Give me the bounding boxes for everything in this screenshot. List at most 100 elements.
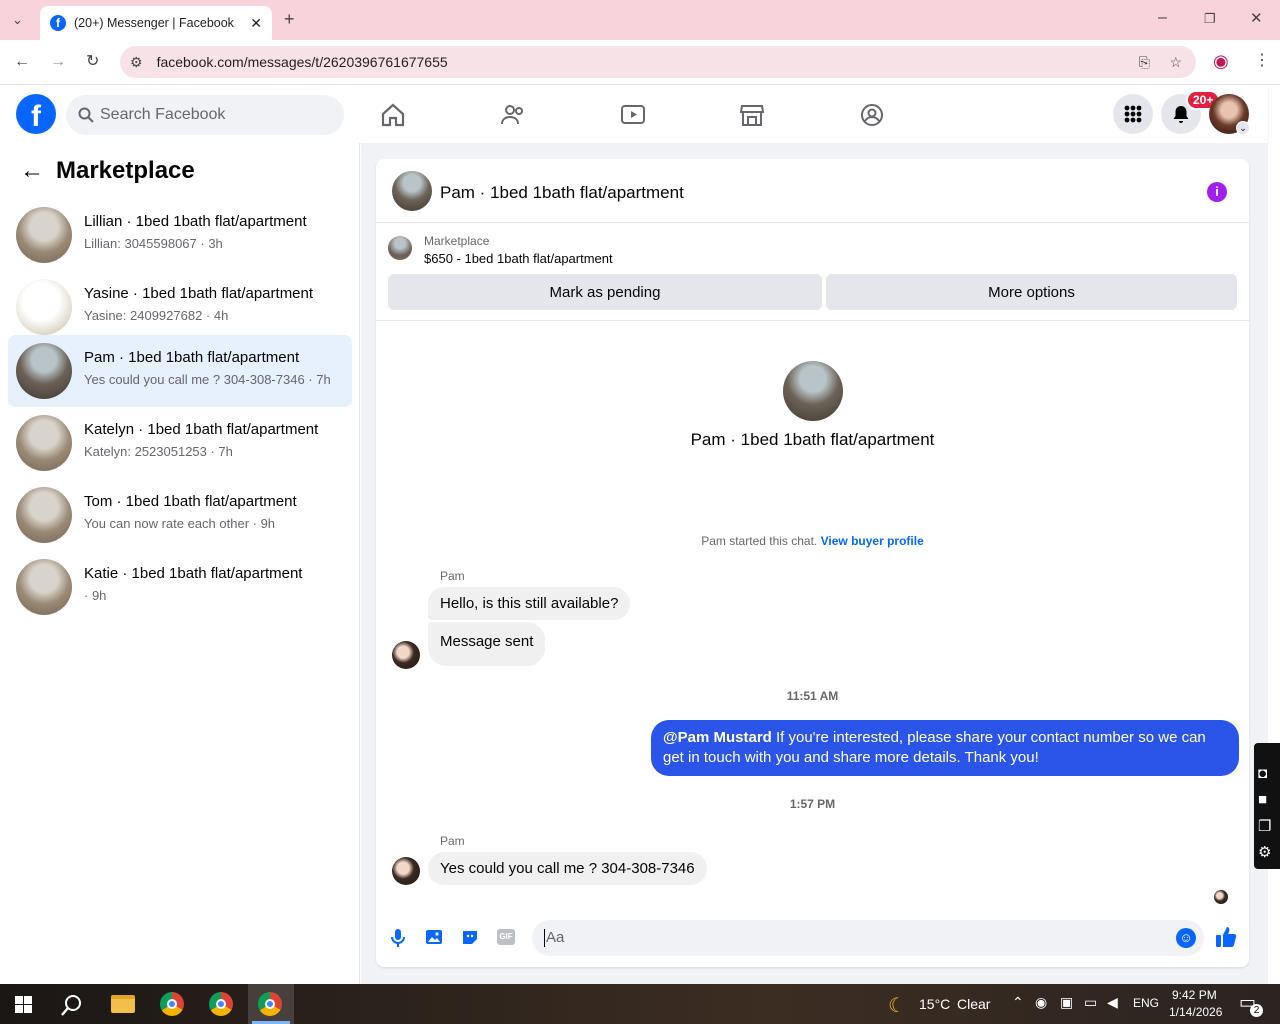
back-arrow-icon[interactable]: ← (14, 54, 30, 70)
meet-icon[interactable]: ▣ (1060, 994, 1073, 1011)
site-settings-icon[interactable]: ⚙ (130, 54, 143, 71)
notification-count: 2 (1250, 1004, 1263, 1017)
gaming-icon[interactable] (859, 102, 885, 128)
camera-icon[interactable]: ◘ (1258, 765, 1267, 782)
conversation-item[interactable]: Yasine · 1bed 1bath flat/apartment Yasin… (8, 271, 352, 343)
started-text: Pam started this chat. (701, 534, 818, 548)
conversation-item-active[interactable]: Pam · 1bed 1bath flat/apartment Yes coul… (8, 335, 352, 407)
gif-icon[interactable]: GIF (497, 929, 515, 945)
bookmark-star-icon[interactable]: ☆ (1169, 54, 1182, 71)
record-icon[interactable]: ◉ (1035, 994, 1047, 1011)
video-icon[interactable] (620, 102, 646, 128)
clock-time[interactable]: 9:42 PM (1172, 988, 1217, 1002)
sender-avatar[interactable] (392, 641, 420, 669)
weather-condition[interactable]: Clear (957, 996, 990, 1012)
taskbar-search-icon[interactable] (61, 994, 83, 1016)
tray-chevron-icon[interactable]: ⌃ (1012, 994, 1024, 1011)
conversation-item[interactable]: Katelyn · 1bed 1bath flat/apartment Kate… (8, 407, 352, 479)
profile-photo[interactable] (783, 361, 843, 421)
my-message-bubble[interactable]: @Pam Mustard If you're interested, pleas… (651, 720, 1239, 776)
mention[interactable]: @Pam Mustard (663, 729, 772, 746)
facebook-logo-icon[interactable]: f (16, 94, 56, 134)
chat-title[interactable]: Pam · 1bed 1bath flat/apartment (440, 183, 684, 203)
account-chevron-icon[interactable]: ⌄ (1236, 121, 1250, 135)
sender-name: Pam (440, 569, 465, 583)
forward-arrow-icon[interactable]: → (50, 54, 66, 70)
like-thumb-icon[interactable] (1215, 926, 1237, 948)
search-placeholder: Search Facebook (100, 106, 226, 123)
volume-icon[interactable]: ◀ (1107, 994, 1118, 1011)
view-buyer-profile-link[interactable]: View buyer profile (821, 534, 924, 548)
tab-list-chevron-icon[interactable]: ⌄ (12, 12, 23, 28)
new-tab-plus-icon[interactable]: + (284, 10, 295, 28)
minimize-icon[interactable]: – (1158, 10, 1167, 26)
windows-start-icon[interactable] (15, 996, 32, 1013)
conversation-title: Tom · 1bed 1bath flat/apartment (84, 493, 297, 510)
conversation-item[interactable]: Lillian · 1bed 1bath flat/apartment Lill… (8, 199, 352, 271)
chrome-icon[interactable] (160, 992, 184, 1016)
listing-title[interactable]: $650 - 1bed 1bath flat/apartment (424, 251, 613, 266)
profile-icon[interactable]: ◉ (1213, 52, 1229, 70)
network-icon[interactable]: ▭ (1084, 994, 1097, 1011)
clock-date[interactable]: 1/14/2026 (1169, 1005, 1222, 1019)
emoji-icon[interactable]: ☺ (1176, 928, 1196, 948)
settings-gear-icon[interactable]: ⚙ (1258, 843, 1271, 861)
restore-icon[interactable]: ❐ (1204, 11, 1216, 27)
conversation-item[interactable]: Katie · 1bed 1bath flat/apartment · 9h (8, 551, 352, 623)
mark-as-pending-button[interactable]: Mark as pending (388, 274, 822, 310)
language[interactable]: ENG (1133, 996, 1159, 1010)
message-placeholder: Aa (546, 929, 565, 946)
reload-icon[interactable]: ↻ (86, 54, 99, 70)
chat-panel: Pam · 1bed 1bath flat/apartment i Market… (376, 159, 1249, 967)
conversation-title: Lillian · 1bed 1bath flat/apartment (84, 213, 307, 230)
browser-tab[interactable]: f (20+) Messenger | Facebook ✕ (40, 6, 272, 40)
listing-thumbnail-small[interactable] (388, 236, 412, 260)
friends-icon[interactable] (500, 102, 526, 128)
listing-thumbnail (16, 279, 72, 335)
browser-menu-icon[interactable]: ⋮ (1254, 53, 1270, 69)
conversation-preview: Yes could you call me ? 304-308-7346 · 7… (84, 372, 331, 387)
microphone-icon[interactable] (390, 928, 406, 948)
moon-weather-icon: ☾ (888, 995, 906, 1017)
marketplace-icon[interactable] (739, 102, 765, 128)
window-close-icon[interactable]: ✕ (1250, 11, 1263, 27)
conversation-item[interactable]: Tom · 1bed 1bath flat/apartment You can … (8, 479, 352, 551)
conversation-title: Katie · 1bed 1bath flat/apartment (84, 565, 303, 582)
message-bubble[interactable]: Hello, is this still available? (428, 587, 631, 620)
message-bubble[interactable]: Yes could you call me ? 304-308-7346 (428, 852, 707, 885)
chrome-profile-a-icon[interactable] (209, 992, 233, 1016)
message-bubble[interactable]: Message sent (428, 622, 546, 666)
chrome-profile-b-icon[interactable] (258, 992, 282, 1016)
tab-title: (20+) Messenger | Facebook (74, 16, 234, 30)
tab-close-icon[interactable]: ✕ (250, 15, 262, 32)
conversation-preview: You can now rate each other · 9h (84, 516, 276, 531)
file-explorer-icon[interactable] (111, 995, 135, 1013)
search-input[interactable]: Search Facebook (66, 95, 344, 135)
address-bar-row: ← → ↻ ⚙ facebook.com/messages/t/26203967… (0, 40, 1280, 85)
conversation-preview: Lillian: 3045598067 · 3h (84, 236, 223, 251)
conversation-preview: Yasine: 2409927682 · 4h (84, 308, 229, 323)
url-field[interactable]: ⚙ facebook.com/messages/t/26203967616776… (120, 46, 1196, 78)
back-arrow-icon[interactable]: ← (20, 157, 44, 185)
photo-icon[interactable] (425, 928, 443, 946)
conversation-title: Yasine · 1bed 1bath flat/apartment (84, 285, 314, 302)
listing-source: Marketplace (424, 234, 490, 248)
temperature[interactable]: 15°C (919, 996, 950, 1012)
divider (376, 320, 1249, 321)
sender-avatar[interactable] (392, 857, 420, 885)
chat-header-thumbnail[interactable] (392, 171, 432, 211)
window-capture-icon[interactable]: ❐ (1258, 817, 1271, 835)
conversation-title: Pam · 1bed 1bath flat/apartment (84, 349, 300, 366)
seen-avatar (1214, 890, 1228, 904)
message-input[interactable]: Aa ☺ (532, 920, 1204, 956)
sticker-icon[interactable] (461, 928, 479, 946)
conversation-preview: Katelyn: 2523051253 · 7h (84, 444, 233, 459)
more-options-button[interactable]: More options (826, 274, 1237, 310)
video-record-icon[interactable]: ■ (1258, 791, 1267, 808)
windows-taskbar: ☾ 15°C Clear ⌃ ◉ ▣ ▭ ◀ ENG 9:42 PM 1/14/… (0, 984, 1280, 1024)
info-icon[interactable]: i (1207, 182, 1227, 202)
install-app-icon[interactable]: ⎘ (1139, 54, 1150, 71)
listing-thumbnail (16, 415, 72, 471)
home-icon[interactable] (380, 102, 406, 128)
menu-grid-button[interactable] (1113, 94, 1153, 134)
